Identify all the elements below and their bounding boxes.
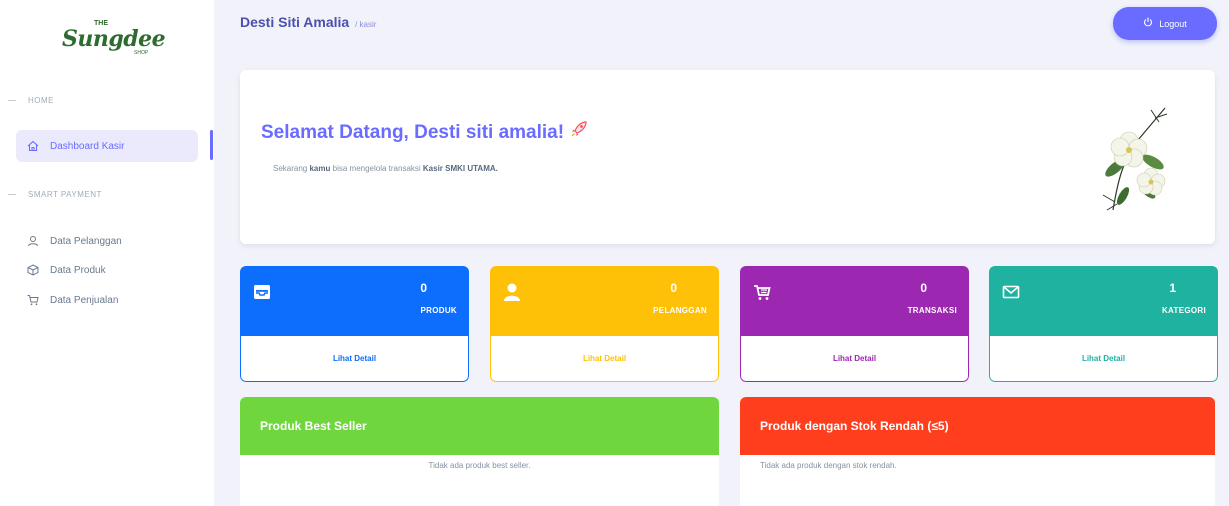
topbar: Desti Siti Amalia / kasir Logout xyxy=(230,0,1229,44)
stat-card-pelanggan: 0 PELANGGAN Lihat Detail xyxy=(490,266,719,382)
stat-card-head: 0 TRANSAKSI xyxy=(740,266,969,336)
stat-card-transaksi: 0 TRANSAKSI Lihat Detail xyxy=(740,266,969,382)
panel-title: Produk dengan Stok Rendah (≤5) xyxy=(740,397,1215,455)
inbox-icon xyxy=(252,282,272,302)
sidebar-item-label: Data Pelanggan xyxy=(50,235,122,247)
menu-header-smart-payment: SMART PAYMENT xyxy=(0,190,102,199)
sidebar-item-data-pelanggan[interactable]: Data Pelanggan xyxy=(16,225,198,257)
welcome-text: Sekarang kamu bisa mengelola transaksi K… xyxy=(273,164,498,173)
sidebar-item-label: Data Produk xyxy=(50,264,106,276)
stat-label: KATEGORI xyxy=(1161,306,1206,315)
logout-button[interactable]: Logout xyxy=(1113,7,1217,40)
sidebar-item-data-produk[interactable]: Data Produk xyxy=(16,254,198,286)
best-seller-panel: Produk Best Seller Tidak ada produk best… xyxy=(240,397,719,506)
stat-count: 0 xyxy=(670,281,677,295)
low-stock-panel: Produk dengan Stok Rendah (≤5) Tidak ada… xyxy=(740,397,1215,506)
cart-icon xyxy=(26,293,40,307)
user-icon xyxy=(502,282,522,302)
active-indicator xyxy=(210,130,213,160)
stat-detail-link[interactable]: Lihat Detail xyxy=(240,336,469,382)
sidebar-item-dashboard-kasir[interactable]: Dashboard Kasir xyxy=(16,130,198,162)
power-icon xyxy=(1143,17,1153,30)
user-name: Desti Siti Amalia xyxy=(240,14,350,30)
logout-label: Logout xyxy=(1159,18,1187,29)
stat-label: TRANSAKSI xyxy=(907,306,957,315)
welcome-title: Selamat Datang, Desti siti amalia! xyxy=(261,120,588,144)
panel-empty-text: Tidak ada produk best seller. xyxy=(428,461,531,470)
stat-label: PELANGGAN xyxy=(653,306,707,315)
stat-count: 0 xyxy=(420,281,427,295)
stat-detail-link[interactable]: Lihat Detail xyxy=(740,336,969,382)
stat-card-kategori: 1 KATEGORI Lihat Detail xyxy=(989,266,1218,382)
flower-illustration xyxy=(1093,100,1173,216)
logo-shop-text: SHOP xyxy=(134,50,149,56)
logo-script-text: Sungdee xyxy=(62,26,166,52)
stat-card-head: 0 PRODUK xyxy=(240,266,469,336)
welcome-card: Selamat Datang, Desti siti amalia! Sekar… xyxy=(240,70,1215,244)
brand-logo[interactable]: THE Sungdee SHOP xyxy=(56,16,168,60)
user-role: / kasir xyxy=(355,20,377,29)
user-icon xyxy=(26,234,40,248)
cart-icon xyxy=(752,282,772,302)
sidebar: THE Sungdee SHOP HOME Dashboard Kasir SM… xyxy=(0,0,214,506)
rocket-icon xyxy=(570,120,588,144)
box-icon xyxy=(26,263,40,277)
panel-empty-text: Tidak ada produk dengan stok rendah. xyxy=(760,461,897,470)
menu-header-home: HOME xyxy=(0,96,54,105)
stat-count: 0 xyxy=(920,281,927,295)
sidebar-item-data-penjualan[interactable]: Data Penjualan xyxy=(16,284,198,316)
home-icon xyxy=(26,139,40,153)
stat-card-produk: 0 PRODUK Lihat Detail xyxy=(240,266,469,382)
user-greeting: Desti Siti Amalia / kasir xyxy=(240,14,376,30)
envelope-icon xyxy=(1001,282,1021,302)
stat-detail-link[interactable]: Lihat Detail xyxy=(490,336,719,382)
stat-label: PRODUK xyxy=(420,306,457,315)
stat-count: 1 xyxy=(1169,281,1176,295)
sidebar-item-label: Data Penjualan xyxy=(50,294,119,306)
stat-detail-link[interactable]: Lihat Detail xyxy=(989,336,1218,382)
stat-card-head: 0 PELANGGAN xyxy=(490,266,719,336)
panel-title: Produk Best Seller xyxy=(240,397,719,455)
stat-card-head: 1 KATEGORI xyxy=(989,266,1218,336)
sidebar-item-label: Dashboard Kasir xyxy=(50,140,125,152)
